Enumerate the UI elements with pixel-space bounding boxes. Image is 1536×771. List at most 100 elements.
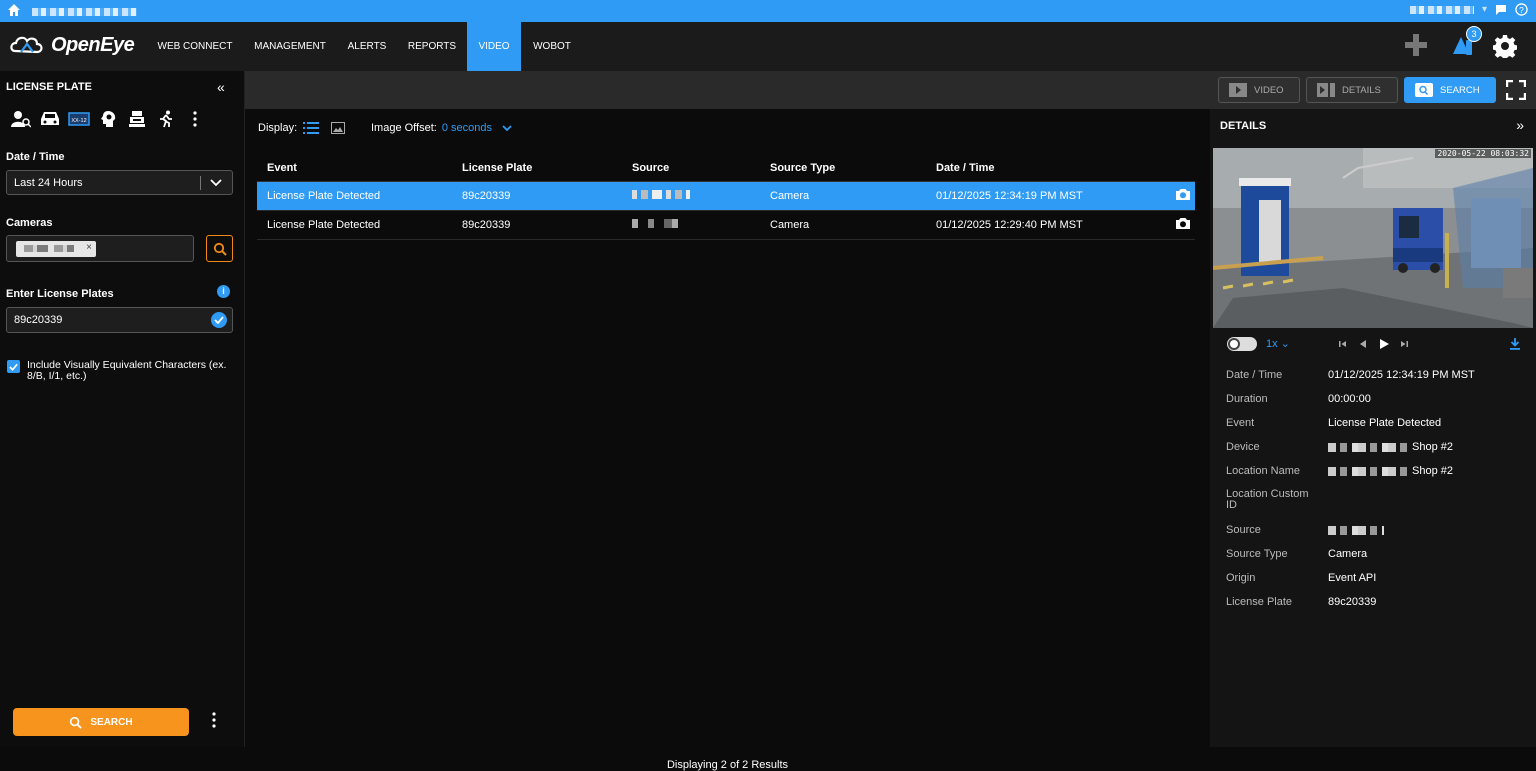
person-search-icon[interactable] xyxy=(10,108,32,130)
source-redacted xyxy=(1328,525,1384,535)
image-offset-control[interactable]: Image Offset: 0 seconds xyxy=(371,122,513,134)
detail-value-source-type: Camera xyxy=(1328,548,1368,560)
detail-value-source xyxy=(1328,524,1388,536)
location-name-suffix: Shop #2 xyxy=(1412,465,1453,477)
play-icon[interactable] xyxy=(1378,338,1390,350)
video-player[interactable]: 2020-05-22 08:03:32 xyxy=(1213,148,1533,328)
collapse-sidebar-icon[interactable]: « xyxy=(217,79,225,95)
license-plates-label: Enter License Plates xyxy=(6,288,114,300)
camera-chip[interactable]: × xyxy=(16,241,96,257)
gear-icon[interactable] xyxy=(1493,34,1517,58)
account-path-redacted xyxy=(32,8,137,16)
sidebar-title: LICENSE PLATE xyxy=(6,81,92,93)
search-options-icon[interactable] xyxy=(211,712,217,728)
nav-reports[interactable]: REPORTS xyxy=(404,22,460,71)
username-redacted[interactable] xyxy=(1409,5,1474,14)
head-icon[interactable] xyxy=(97,108,119,130)
row-datetime: 01/12/2025 12:29:40 PM MST xyxy=(926,210,1165,240)
include-equivalent-checkbox[interactable] xyxy=(7,360,20,373)
row-snapshot[interactable] xyxy=(1165,210,1195,240)
detail-value-device: Shop #2 xyxy=(1328,441,1453,453)
video-view-button[interactable]: VIDEO xyxy=(1218,77,1300,103)
row-event: License Plate Detected xyxy=(257,210,452,240)
download-icon[interactable] xyxy=(1509,337,1521,350)
nav-web-connect[interactable]: WEB CONNECT xyxy=(152,22,238,71)
running-person-icon[interactable] xyxy=(155,108,177,130)
skip-back-icon[interactable] xyxy=(1338,339,1348,349)
detail-value-location-name: Shop #2 xyxy=(1328,465,1453,477)
pause-icon xyxy=(1228,338,1240,350)
detail-value-origin: Event API xyxy=(1328,572,1377,584)
more-vertical-icon[interactable] xyxy=(184,108,206,130)
row-source xyxy=(622,210,760,240)
main-navigation: OpenEye WEB CONNECT MANAGEMENT ALERTS RE… xyxy=(0,22,1536,71)
playback-speed-select[interactable]: 1x ⌄ xyxy=(1266,337,1290,350)
detail-key-location-custom-id: Location Custom ID xyxy=(1226,488,1309,511)
camera-icon[interactable] xyxy=(1175,188,1191,201)
column-date-time[interactable]: Date / Time xyxy=(926,155,1165,182)
license-plate-value: 89c20339 xyxy=(14,314,63,326)
row-snapshot[interactable] xyxy=(1165,181,1195,211)
openeye-logo[interactable]: OpenEye xyxy=(9,33,135,57)
camera-icon[interactable] xyxy=(1175,217,1191,230)
details-panel-icon xyxy=(1317,83,1335,97)
collapse-details-icon[interactable]: » xyxy=(1516,117,1524,133)
row-source xyxy=(622,181,760,211)
column-snapshot xyxy=(1165,155,1195,182)
search-view-label: SEARCH xyxy=(1440,84,1480,96)
row-event: License Plate Detected xyxy=(257,181,452,211)
video-view-label: VIDEO xyxy=(1254,84,1284,96)
caret-down-icon[interactable]: ▾ xyxy=(1482,4,1487,15)
playback-controls: 1x ⌄ xyxy=(1210,334,1536,354)
table-row[interactable]: License Plate Detected 89c20339 Camera 0… xyxy=(257,210,1195,240)
cameras-field[interactable]: × xyxy=(6,235,194,262)
search-view-button[interactable]: SEARCH xyxy=(1404,77,1496,103)
car-icon[interactable] xyxy=(39,108,61,130)
table-row[interactable]: License Plate Detected 89c20339 Camera 0… xyxy=(257,181,1195,211)
info-icon[interactable]: i xyxy=(217,285,230,298)
date-time-select[interactable]: Last 24 Hours xyxy=(6,170,233,195)
detail-value-license-plate: 89c20339 xyxy=(1328,596,1377,608)
list-view-icon[interactable] xyxy=(303,122,320,134)
column-source[interactable]: Source xyxy=(622,155,760,182)
cameras-label: Cameras xyxy=(6,217,53,229)
search-button-label: SEARCH xyxy=(90,716,133,728)
detail-key-license-plate: License Plate xyxy=(1226,596,1293,608)
nav-alerts[interactable]: ALERTS xyxy=(342,22,392,71)
image-view-icon[interactable] xyxy=(331,122,346,134)
column-source-type[interactable]: Source Type xyxy=(760,155,926,182)
detail-key-location-name: Location Name xyxy=(1226,465,1300,477)
details-view-button[interactable]: DETAILS xyxy=(1306,77,1398,103)
step-back-icon[interactable] xyxy=(1358,339,1368,349)
column-event[interactable]: Event xyxy=(257,155,452,182)
skip-forward-icon[interactable] xyxy=(1399,339,1409,349)
nav-management[interactable]: MANAGEMENT xyxy=(250,22,330,71)
details-view-label: DETAILS xyxy=(1342,84,1381,96)
location-name-redacted xyxy=(1328,466,1408,476)
include-equivalent-label[interactable]: Include Visually Equivalent Characters (… xyxy=(27,360,237,382)
register-icon[interactable] xyxy=(126,108,148,130)
nav-video[interactable]: VIDEO xyxy=(467,22,521,71)
remove-camera-icon[interactable]: × xyxy=(86,242,92,253)
help-icon[interactable]: ? xyxy=(1515,3,1528,16)
table-header-row: Event License Plate Source Source Type D… xyxy=(257,155,1195,182)
search-button[interactable]: SEARCH xyxy=(13,708,189,736)
svg-text:?: ? xyxy=(1519,5,1524,15)
license-plate-input[interactable]: 89c20339 xyxy=(6,307,233,333)
search-box-icon xyxy=(1415,83,1433,97)
chat-icon[interactable] xyxy=(1495,4,1507,16)
fullscreen-icon[interactable] xyxy=(1506,80,1526,100)
brand-name: OpenEye xyxy=(51,33,135,56)
chevron-down-icon xyxy=(502,125,512,132)
top-right-tools: ▾ ? xyxy=(1409,3,1528,16)
license-plate-icon[interactable]: XX-12 xyxy=(68,108,90,130)
camera-search-button[interactable] xyxy=(206,235,233,262)
device-name-suffix: Shop #2 xyxy=(1412,441,1453,453)
column-license-plate[interactable]: License Plate xyxy=(452,155,622,182)
playback-toggle[interactable] xyxy=(1227,337,1257,351)
nav-wobot[interactable]: WOBOT xyxy=(527,22,577,71)
add-icon[interactable] xyxy=(1403,32,1429,58)
display-label: Display: xyxy=(258,122,298,134)
home-icon[interactable] xyxy=(7,3,21,17)
openeye-logo-icon xyxy=(10,36,43,54)
